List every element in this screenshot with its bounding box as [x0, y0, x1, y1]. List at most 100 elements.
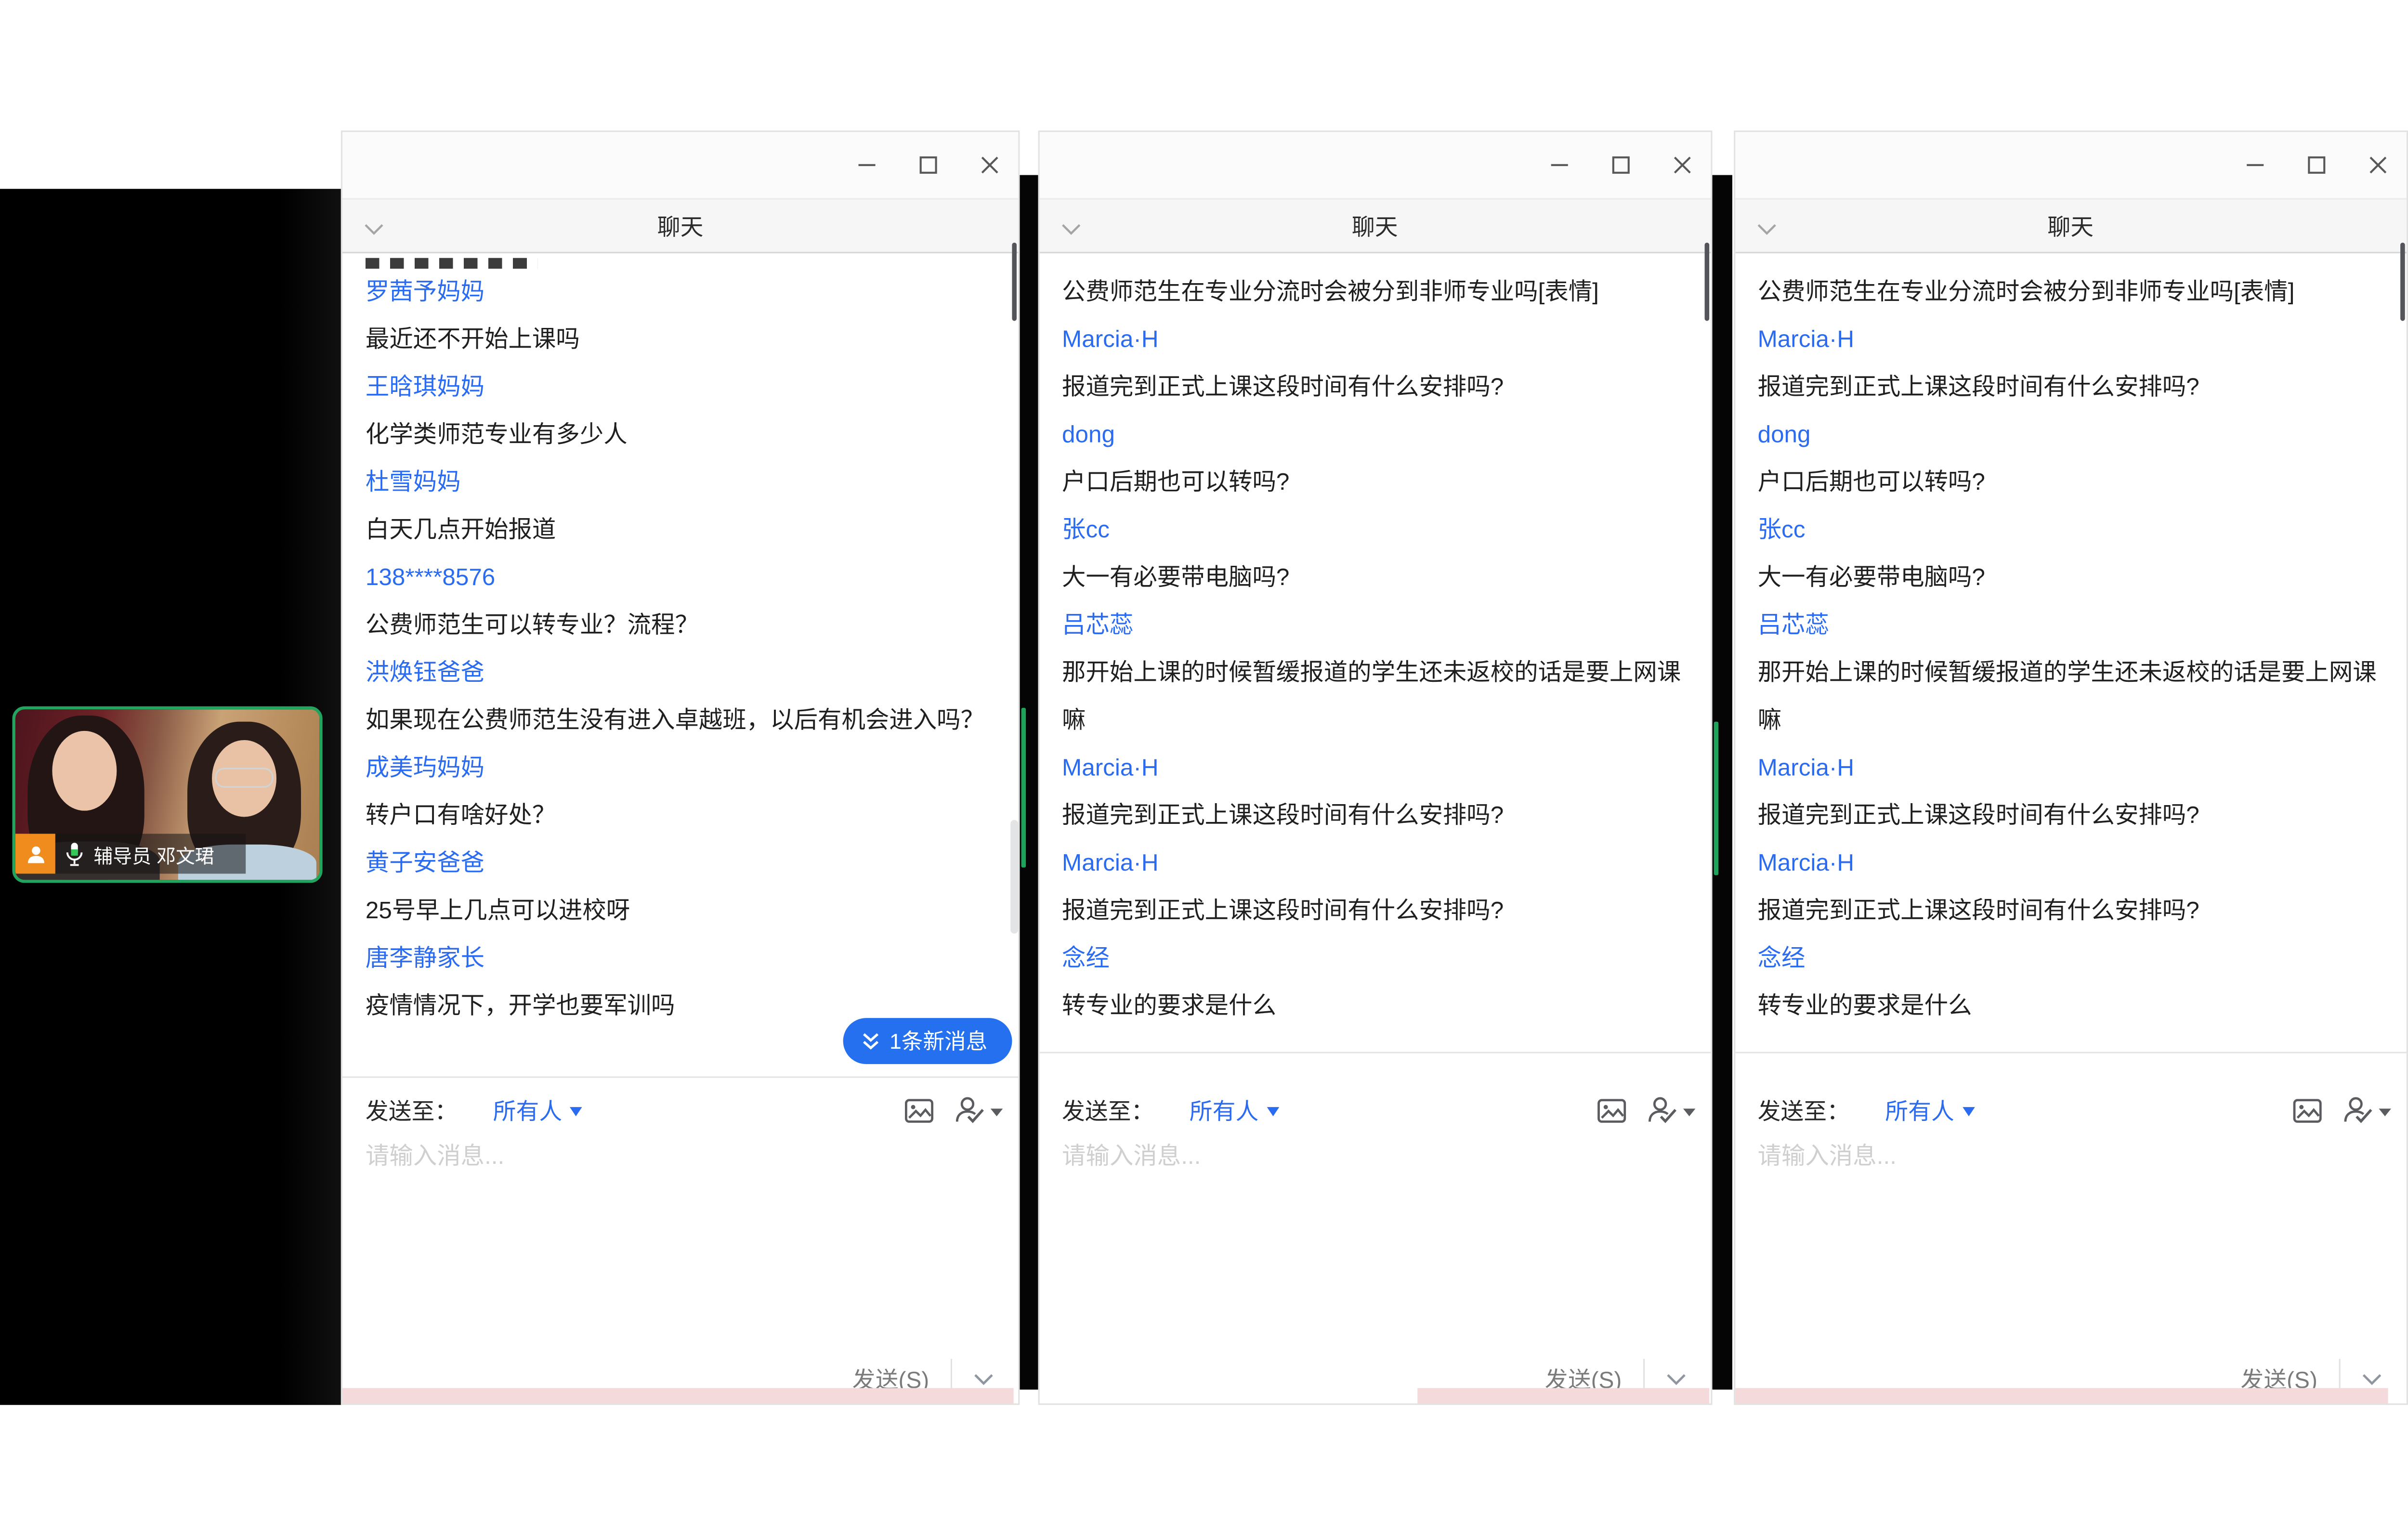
sender-name[interactable]: 念经: [1062, 935, 1692, 983]
maximize-button[interactable]: [918, 155, 938, 175]
sender-name[interactable]: Marcia·H: [1062, 316, 1692, 364]
window-titlebar: [1039, 132, 1711, 198]
sender-name[interactable]: 138****8576: [366, 554, 1000, 602]
chat-panel-header: 聊天: [1039, 198, 1711, 253]
message-text: 25号早上几点可以进校呀: [366, 887, 1000, 935]
screenshot-root: 辅导员 邓文珺 聊天 罗茜予妈妈最近还不开始上课吗王晗琪妈妈化学类师范专业有多少…: [0, 0, 2408, 1537]
close-button[interactable]: [2368, 155, 2388, 175]
sender-name[interactable]: 黄子安爸爸: [366, 840, 1000, 887]
message-text: 户口后期也可以转吗?: [1062, 459, 1692, 507]
image-attach-icon[interactable]: [1597, 1097, 1626, 1123]
image-attach-icon[interactable]: [904, 1097, 934, 1123]
clipped-sender-name[interactable]: 132****1833: [1758, 255, 2388, 269]
sender-name[interactable]: dong: [1062, 412, 1692, 459]
close-button[interactable]: [1673, 155, 1692, 175]
sender-name[interactable]: 罗茜予妈妈: [366, 269, 1000, 316]
send-options-chevron-icon[interactable]: [2362, 1372, 2382, 1386]
speaker-video-tile[interactable]: 辅导员 邓文珺: [13, 706, 323, 883]
chevron-down-icon[interactable]: [364, 217, 384, 244]
message-list: 132****1833 公费师范生在专业分流时会被分到非师专业吗[表情] Mar…: [1735, 253, 2407, 1050]
caret-down-icon: [1683, 1108, 1696, 1116]
message-text: 那开始上课的时候暂缓报道的学生还未返校的话是要上网课嘛: [1062, 650, 1692, 745]
message-input[interactable]: 请输入消息...: [1758, 1138, 1897, 1172]
sender-name[interactable]: Marcia·H: [1758, 316, 2388, 364]
message-text: 那开始上课的时候暂缓报道的学生还未返校的话是要上网课嘛: [1758, 650, 2388, 745]
message-text: 大一有必要带电脑吗?: [1062, 554, 1692, 602]
member-select-icon[interactable]: [1646, 1096, 1695, 1124]
chat-title: 聊天: [657, 209, 704, 242]
send-options-chevron-icon[interactable]: [974, 1372, 994, 1386]
message-text: 报道完到正式上课这段时间有什么安排吗?: [1062, 792, 1692, 840]
chat-panel-header: 聊天: [342, 198, 1018, 253]
message-input[interactable]: 请输入消息...: [366, 1138, 504, 1172]
clipped-sender-name[interactable]: 132****1833: [1062, 255, 1692, 269]
send-options-chevron-icon[interactable]: [1666, 1372, 1686, 1386]
scrollbar-thumb[interactable]: [1011, 243, 1017, 321]
caret-down-icon: [2379, 1108, 2391, 1116]
message-input[interactable]: 请输入消息...: [1062, 1138, 1201, 1172]
message-text: 公费师范生在专业分流时会被分到非师专业吗[表情]: [1062, 269, 1692, 316]
sender-name[interactable]: 王晗琪妈妈: [366, 364, 1000, 412]
message-text: 报道完到正式上课这段时间有什么安排吗?: [1758, 887, 2388, 935]
chat-title: 聊天: [1352, 209, 1398, 242]
new-message-pill-label: 1条新消息: [890, 1026, 987, 1056]
hidden-video-tile-edge: [1713, 722, 1718, 875]
send-to-dropdown[interactable]: 所有人: [493, 1094, 582, 1126]
scrollbar-thumb[interactable]: [1704, 243, 1709, 321]
sender-name[interactable]: 成美玙妈妈: [366, 745, 1000, 793]
image-attach-icon[interactable]: [2293, 1097, 2322, 1123]
glasses-detail: [215, 768, 273, 787]
new-message-pill[interactable]: 1条新消息: [843, 1018, 1012, 1064]
message-text: 报道完到正式上课这段时间有什么安排吗?: [1062, 887, 1692, 935]
send-to-dropdown[interactable]: 所有人: [1190, 1094, 1279, 1126]
sender-name[interactable]: 洪焕钰爸爸: [366, 650, 1000, 697]
send-to-row: 发送至： 所有人: [1758, 1090, 2391, 1130]
chat-window-1: 聊天 罗茜予妈妈最近还不开始上课吗王晗琪妈妈化学类师范专业有多少人杜雪妈妈白天几…: [341, 130, 1020, 1405]
maximize-button[interactable]: [1611, 155, 1631, 175]
chevron-down-icon[interactable]: [1756, 217, 1776, 244]
message-text: 化学类师范专业有多少人: [366, 412, 1000, 459]
microphone-icon: [65, 841, 84, 867]
send-to-label: 发送至：: [1758, 1094, 1850, 1126]
caret-down-icon: [991, 1108, 1003, 1116]
sender-name[interactable]: 唐李静家长: [366, 935, 1000, 983]
minimize-button[interactable]: [2245, 155, 2265, 175]
message-text: 转专业的要求是什么: [1062, 983, 1692, 1030]
send-to-row: 发送至： 所有人: [1062, 1090, 1695, 1130]
message-text: 最近还不开始上课吗: [366, 316, 1000, 364]
desktop-canvas: 辅导员 邓文珺 聊天 罗茜予妈妈最近还不开始上课吗王晗琪妈妈化学类师范专业有多少…: [0, 0, 2408, 1537]
sender-name[interactable]: 张cc: [1062, 507, 1692, 554]
host-badge-icon: [15, 834, 55, 874]
sender-name[interactable]: Marcia·H: [1758, 745, 2388, 793]
message-text: 转户口有啥好处？: [366, 792, 1000, 840]
scrollbar-thumb[interactable]: [1010, 820, 1017, 934]
compose-divider: [1039, 1052, 1711, 1053]
member-select-icon[interactable]: [954, 1096, 1003, 1124]
sender-name[interactable]: 张cc: [1758, 507, 2388, 554]
message-text: 如果现在公费师范生没有进入卓越班，以后有机会进入吗？: [366, 697, 1000, 745]
minimize-button[interactable]: [857, 155, 877, 175]
sender-name[interactable]: 吕芯蕊: [1758, 602, 2388, 650]
scrollbar-thumb[interactable]: [2400, 243, 2405, 321]
sender-name[interactable]: Marcia·H: [1062, 840, 1692, 887]
send-to-row: 发送至： 所有人: [366, 1090, 1003, 1130]
send-to-label: 发送至：: [1062, 1094, 1154, 1126]
message-text: 转专业的要求是什么: [1758, 983, 2388, 1030]
member-select-icon[interactable]: [2342, 1096, 2391, 1124]
send-to-label: 发送至：: [366, 1094, 458, 1126]
sender-name[interactable]: 念经: [1758, 935, 2388, 983]
sender-name[interactable]: 吕芯蕊: [1062, 602, 1692, 650]
minimize-button[interactable]: [1549, 155, 1569, 175]
maximize-button[interactable]: [2307, 155, 2327, 175]
message-text: 户口后期也可以转吗?: [1758, 459, 2388, 507]
pink-strip: [342, 1388, 1014, 1404]
sender-name[interactable]: Marcia·H: [1758, 840, 2388, 887]
sender-name[interactable]: 杜雪妈妈: [366, 459, 1000, 507]
sender-name[interactable]: Marcia·H: [1062, 745, 1692, 793]
close-button[interactable]: [980, 155, 999, 175]
chevron-down-icon[interactable]: [1060, 217, 1080, 244]
sender-name[interactable]: dong: [1758, 412, 2388, 459]
send-to-dropdown[interactable]: 所有人: [1885, 1094, 1974, 1126]
pink-strip: [1735, 1388, 2388, 1404]
chat-window-2: 聊天 132****1833 公费师范生在专业分流时会被分到非师专业吗[表情] …: [1037, 130, 1712, 1405]
